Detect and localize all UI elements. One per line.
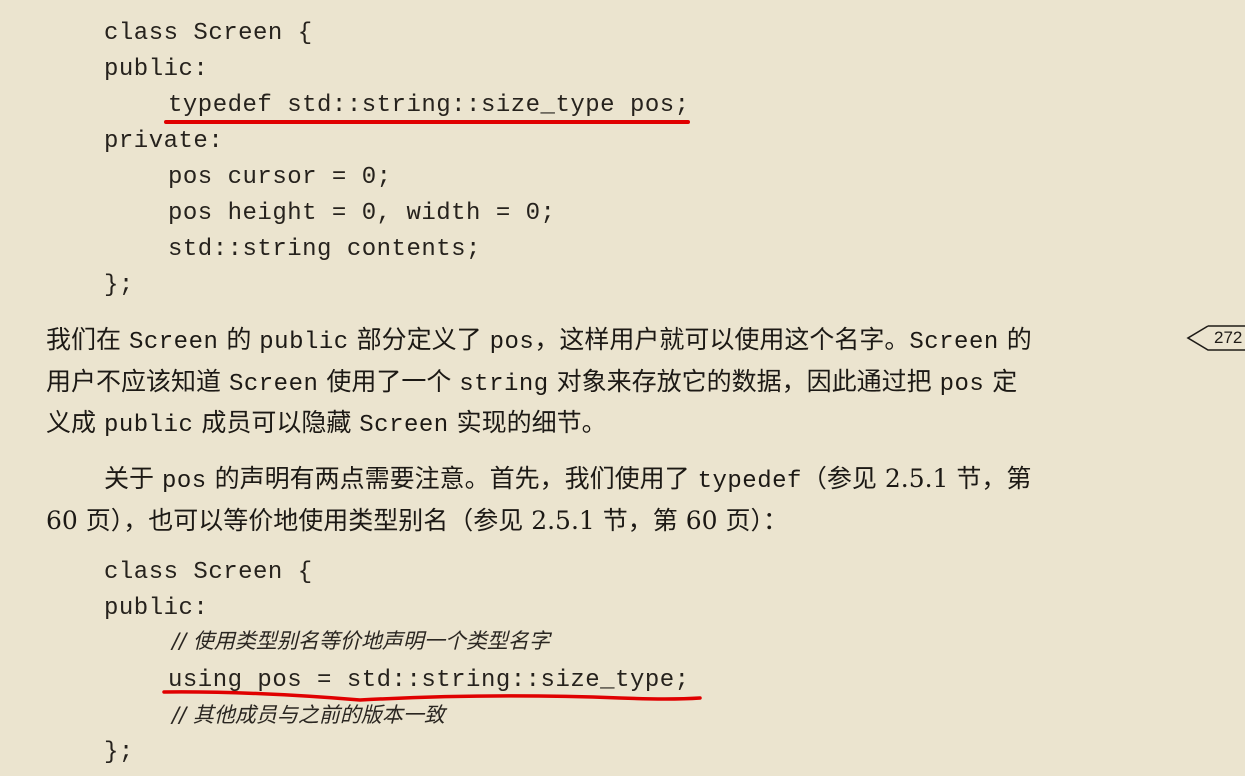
code2-comment-other-members: // 其他成员与之前的版本一致 xyxy=(172,703,445,727)
paragraph1-line2: 用户不应该知道 Screen 使用了一个 string 对象来存放它的数据，因此… xyxy=(46,367,1018,398)
code-line-contents: std::string contents; xyxy=(168,236,481,263)
code-line-public: public: xyxy=(104,56,209,83)
code2-line-close-brace: }; xyxy=(104,739,134,766)
code-line-close-brace: }; xyxy=(104,272,134,299)
code-line-height-width: pos height = 0, width = 0; xyxy=(168,200,556,227)
paragraph2-line2: 60 页），也可以等价地使用类型别名（参见 2.5.1 节，第 60 页）： xyxy=(46,506,788,535)
code2-line-class-screen: class Screen { xyxy=(104,559,313,586)
code2-line-public: public: xyxy=(104,595,209,622)
paragraph1-line1: 我们在 Screen 的 public 部分定义了 pos，这样用户就可以使用这… xyxy=(46,325,1032,356)
code-line-typedef: typedef std::string::size_type pos; xyxy=(168,92,690,119)
code2-comment-alias: // 使用类型别名等价地声明一个类型名字 xyxy=(172,629,550,653)
margin-page-number: 272 xyxy=(1214,328,1243,347)
code-line-private: private: xyxy=(104,128,224,155)
margin-page-ref: 272 xyxy=(1186,323,1245,353)
red-underline-typedef xyxy=(164,120,690,124)
code-line-cursor: pos cursor = 0; xyxy=(168,164,392,191)
paragraph1-line3: 义成 public 成员可以隐藏 Screen 实现的细节。 xyxy=(46,408,607,439)
paragraph2-line1: 关于 pos 的声明有两点需要注意。首先，我们使用了 typedef（参见 2.… xyxy=(104,464,1032,495)
code-line-class-screen: class Screen { xyxy=(104,20,313,47)
